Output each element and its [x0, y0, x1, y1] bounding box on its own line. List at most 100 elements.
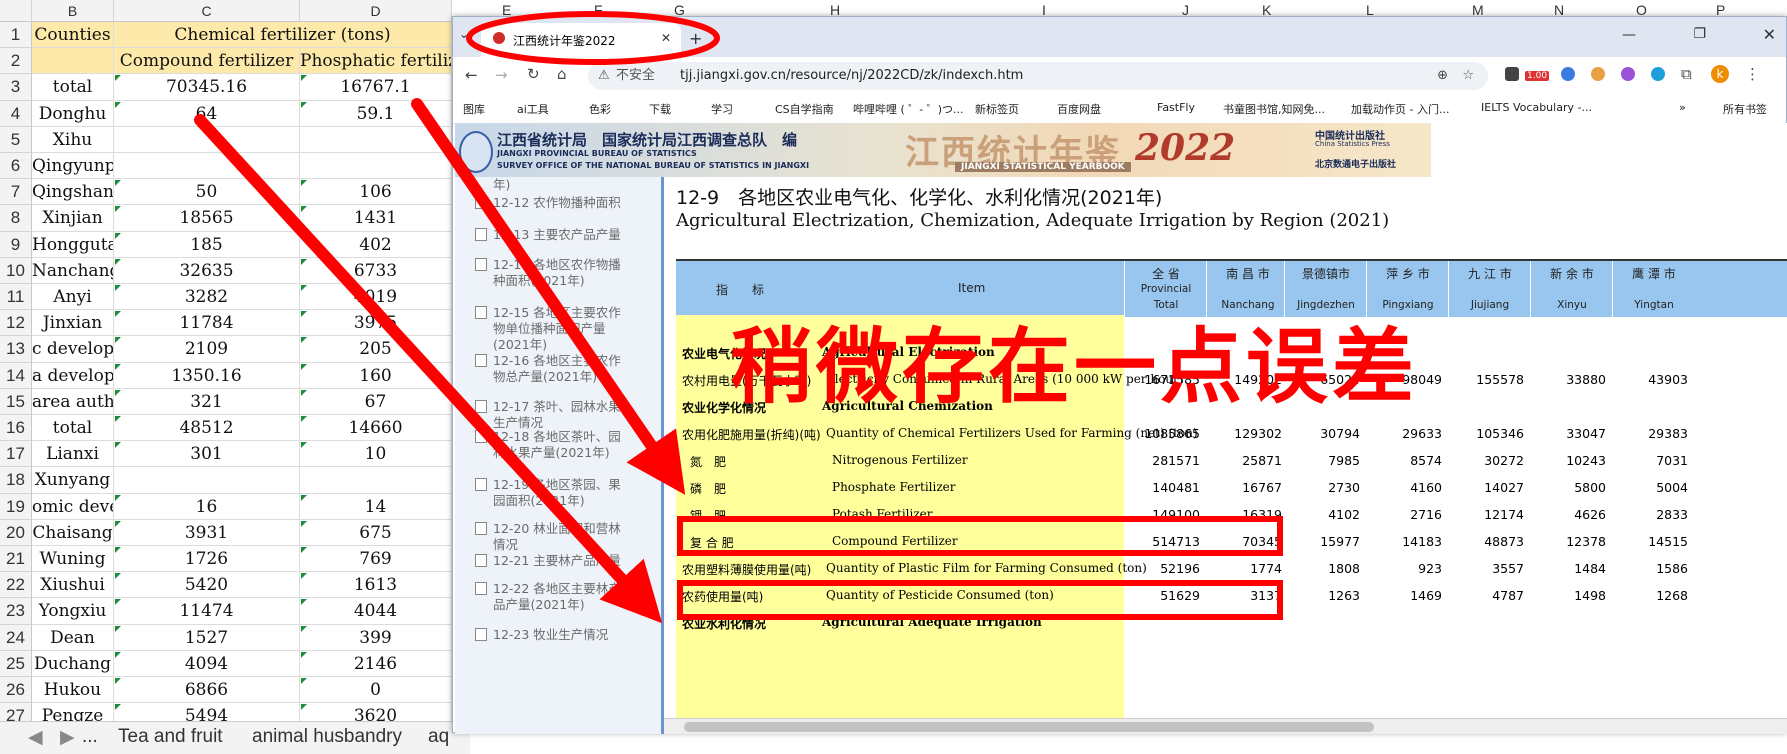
row-header[interactable]: 19: [0, 493, 32, 520]
security-label[interactable]: 不安全: [616, 62, 655, 90]
sheet-tab-tea-fruit[interactable]: Tea and fruit: [118, 726, 223, 748]
all-bookmarks-folder[interactable]: 所有书签: [1723, 101, 1767, 117]
county-name-cell[interactable]: Duchang: [32, 650, 114, 677]
restore-icon[interactable]: ❐: [1693, 26, 1706, 42]
compound-fertilizer-cell[interactable]: 1350.16: [114, 362, 300, 389]
sheet-nav-more[interactable]: ...: [82, 726, 98, 748]
row-header[interactable]: 24: [0, 624, 32, 651]
sheet-nav-prev-icon[interactable]: ◀: [28, 726, 43, 749]
county-name-cell[interactable]: omic deve: [32, 493, 114, 520]
toc-item[interactable]: 12-21 主要林产品产量: [475, 553, 633, 569]
toc-item[interactable]: 12-12 农作物播种面积: [475, 195, 633, 211]
column-header-d[interactable]: D: [300, 0, 452, 22]
phosphatic-fertilizer-cell[interactable]: 160: [300, 362, 452, 389]
toc-item[interactable]: 12-15 各地区主要农作物单位播种面积产量(2021年): [475, 305, 633, 353]
select-all-corner[interactable]: [0, 0, 32, 22]
row-header[interactable]: 23: [0, 598, 32, 625]
bookmark-item[interactable]: 图库: [463, 101, 485, 117]
county-name-cell[interactable]: Xiushui: [32, 572, 114, 599]
county-name-cell[interactable]: Lianxi: [32, 441, 114, 468]
extension-icon-2[interactable]: [1591, 67, 1605, 81]
reload-icon[interactable]: ↻: [527, 65, 540, 83]
county-name-cell[interactable]: Donghu: [32, 100, 114, 127]
sheet-nav-next-icon[interactable]: ▶: [60, 726, 75, 749]
minimize-icon[interactable]: —: [1622, 27, 1636, 43]
row-header[interactable]: 6: [0, 153, 32, 180]
compound-fertilizer-cell[interactable]: 64: [114, 100, 300, 127]
county-name-cell[interactable]: Qingyunpu: [32, 153, 114, 180]
row-header[interactable]: 7: [0, 179, 32, 206]
phosphatic-fertilizer-cell[interactable]: [300, 153, 452, 180]
url-text[interactable]: tjj.jiangxi.gov.cn/resource/nj/2022CD/zk…: [680, 62, 1023, 90]
horizontal-scrollbar[interactable]: [664, 718, 1787, 734]
home-icon[interactable]: ⌂: [557, 65, 567, 83]
phosphatic-fertilizer-cell[interactable]: 402: [300, 231, 452, 258]
extensions-puzzle-icon[interactable]: ⧉: [1681, 65, 1692, 83]
phosphatic-fertilizer-cell[interactable]: 3975: [300, 310, 452, 337]
toc-item[interactable]: 12-18 各地区茶叶、园林水果产量(2021年): [475, 429, 633, 461]
compound-fertilizer-cell[interactable]: 18565: [114, 205, 300, 232]
bookmark-item[interactable]: ai工具: [517, 101, 549, 117]
bookmark-item[interactable]: 百度网盘: [1057, 101, 1101, 117]
county-name-cell[interactable]: Dean: [32, 624, 114, 651]
county-name-cell[interactable]: Chaisang: [32, 519, 114, 546]
county-name-cell[interactable]: Nanchang: [32, 257, 114, 284]
toc-item[interactable]: 12-22 各地区主要林产品产量(2021年): [475, 581, 633, 613]
header-phosphatic-fertilizer[interactable]: Phosphatic fertilizer: [300, 48, 452, 75]
row-header[interactable]: 8: [0, 205, 32, 232]
county-name-cell[interactable]: Hukou: [32, 677, 114, 704]
row-header[interactable]: 15: [0, 388, 32, 415]
column-header-c[interactable]: C: [114, 0, 300, 22]
phosphatic-fertilizer-cell[interactable]: [300, 467, 452, 494]
compound-fertilizer-cell[interactable]: [114, 153, 300, 180]
toc-item[interactable]: 12-19 各地区茶园、果园面积(2021年): [475, 477, 633, 509]
county-name-cell[interactable]: c developn: [32, 336, 114, 363]
bookmark-item[interactable]: FastFly: [1157, 101, 1195, 114]
row-header[interactable]: 12: [0, 310, 32, 337]
compound-fertilizer-cell[interactable]: 48512: [114, 415, 300, 442]
county-name-cell[interactable]: Jinxian: [32, 310, 114, 337]
phosphatic-fertilizer-cell[interactable]: 4019: [300, 284, 452, 311]
compound-fertilizer-cell[interactable]: 185: [114, 231, 300, 258]
row-header[interactable]: 20: [0, 519, 32, 546]
phosphatic-fertilizer-cell[interactable]: 675: [300, 519, 452, 546]
county-name-cell[interactable]: Yongxiu: [32, 598, 114, 625]
toc-item[interactable]: 12-17 茶叶、园林水果生产情况: [475, 399, 633, 431]
row-header[interactable]: 25: [0, 650, 32, 677]
row-header[interactable]: 2: [0, 48, 32, 75]
county-name-cell[interactable]: Qingshanhu: [32, 179, 114, 206]
bookmark-item[interactable]: 学习: [711, 101, 733, 117]
compound-fertilizer-cell[interactable]: 11784: [114, 310, 300, 337]
phosphatic-fertilizer-cell[interactable]: 4044: [300, 598, 452, 625]
compound-fertilizer-cell[interactable]: [114, 126, 300, 153]
county-name-cell[interactable]: Wuning: [32, 546, 114, 573]
tab-search-icon[interactable]: ⌄: [459, 27, 469, 41]
phosphatic-fertilizer-cell[interactable]: 2146: [300, 650, 452, 677]
row-header[interactable]: 11: [0, 284, 32, 311]
row-header[interactable]: 18: [0, 467, 32, 494]
compound-fertilizer-cell[interactable]: 6866: [114, 677, 300, 704]
row-header[interactable]: 10: [0, 257, 32, 284]
phosphatic-fertilizer-cell[interactable]: 205: [300, 336, 452, 363]
county-name-cell[interactable]: Xinjian: [32, 205, 114, 232]
bookmark-item[interactable]: 书童图书馆,知网免...: [1223, 101, 1325, 117]
bookmark-item[interactable]: 加载动作页 - 入门...: [1351, 101, 1449, 117]
toc-item[interactable]: 12-20 林业面积和营林情况: [475, 521, 633, 553]
header-chemical-fertilizer[interactable]: Chemical fertilizer (tons): [114, 22, 452, 49]
bookmark-star-icon[interactable]: ☆: [1462, 62, 1474, 90]
extension-icon-3[interactable]: [1621, 67, 1635, 81]
phosphatic-fertilizer-cell[interactable]: 399: [300, 624, 452, 651]
compound-fertilizer-cell[interactable]: 3282: [114, 284, 300, 311]
toc-item[interactable]: 12-23 牧业生产情况: [475, 627, 633, 643]
row-header[interactable]: 4: [0, 100, 32, 127]
phosphatic-fertilizer-cell[interactable]: 1613: [300, 572, 452, 599]
compound-fertilizer-cell[interactable]: [114, 467, 300, 494]
phosphatic-fertilizer-cell[interactable]: 16767.1: [300, 74, 452, 101]
compound-fertilizer-cell[interactable]: 301: [114, 441, 300, 468]
bookmark-item[interactable]: CS自学指南: [775, 101, 834, 117]
forward-icon[interactable]: →: [495, 66, 508, 84]
compound-fertilizer-cell[interactable]: 321: [114, 388, 300, 415]
bookmarks-overflow-icon[interactable]: »: [1679, 101, 1686, 114]
row-header[interactable]: 3: [0, 74, 32, 101]
row-header[interactable]: 5: [0, 126, 32, 153]
